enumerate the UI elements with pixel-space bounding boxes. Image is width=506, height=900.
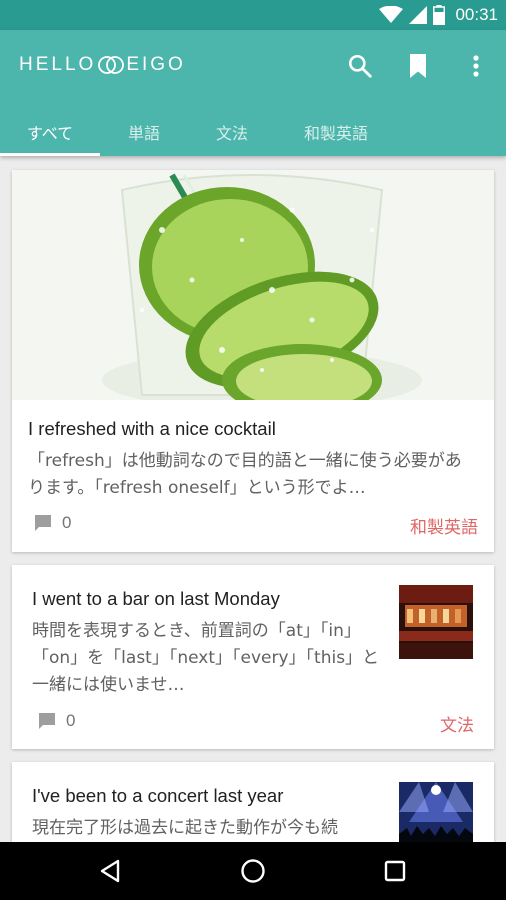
more-vert-icon <box>473 55 479 77</box>
tab-grammar[interactable]: 文法 <box>188 108 276 156</box>
article-excerpt: 「refresh」は他動詞なので目的語と一緒に使う必要があります。「refres… <box>28 451 462 498</box>
lime-cocktail-image <box>12 170 494 400</box>
article-title: I refreshed with a nice cocktail <box>28 418 276 439</box>
category-tabs: すべて 単語 文法 和製英語 <box>0 108 506 156</box>
status-bar: 00:31 <box>0 0 506 30</box>
home-button[interactable] <box>223 842 283 900</box>
comment-icon <box>39 713 55 729</box>
search-button[interactable] <box>342 48 378 84</box>
comment-count[interactable]: 0 <box>34 513 71 533</box>
signal-icon <box>409 6 428 24</box>
more-options-button[interactable] <box>458 48 494 84</box>
tab-all[interactable]: すべて <box>0 108 100 156</box>
search-icon <box>348 54 372 78</box>
home-icon <box>241 859 265 883</box>
status-time: 00:31 <box>455 5 498 24</box>
bookmark-button[interactable] <box>400 48 436 84</box>
logo-text-left: HELLO <box>19 54 97 75</box>
article-card[interactable]: I refreshed with a nice cocktail 「refres… <box>12 170 494 552</box>
back-icon <box>100 859 120 883</box>
navigation-bar <box>0 842 506 900</box>
article-title: I went to a bar on last Monday <box>32 588 280 609</box>
article-title: I've been to a concert last year <box>32 785 284 806</box>
battery-icon <box>433 5 446 25</box>
tab-vocabulary[interactable]: 単語 <box>100 108 188 156</box>
category-label[interactable]: 和製英語 <box>410 513 478 538</box>
comment-icon <box>35 515 51 531</box>
category-label[interactable]: 文法 <box>440 711 474 736</box>
recents-icon <box>384 860 406 882</box>
tab-label: 単語 <box>127 124 160 143</box>
app-logo: HELLO EIGO <box>19 52 186 78</box>
comment-count-value: 0 <box>62 513 72 532</box>
bookmark-icon <box>410 54 426 78</box>
app-bar-actions <box>342 48 494 84</box>
wifi-icon <box>379 6 404 23</box>
article-excerpt: 時間を表現するとき、前置詞の「at」「in」「on」を「last」「next」「… <box>32 621 380 695</box>
comment-count[interactable]: 0 <box>38 711 75 731</box>
logo-speech-icon <box>98 56 125 74</box>
tab-label: すべて <box>26 124 74 143</box>
recents-button[interactable] <box>365 842 425 900</box>
logo-text-right: EIGO <box>126 54 186 75</box>
status-icons: 00:31 <box>379 4 498 26</box>
bar-thumbnail <box>399 585 473 659</box>
back-button[interactable] <box>80 842 140 900</box>
comment-count-value: 0 <box>66 711 76 730</box>
app-bar: HELLO EIGO すべて 単語 文法 和製英語 <box>0 30 506 156</box>
article-card[interactable]: I went to a bar on last Monday 時間を表現するとき… <box>12 565 494 749</box>
article-card[interactable]: I've been to a concert last year 現在完了形は過… <box>12 762 494 852</box>
tab-label: 文法 <box>215 124 248 143</box>
tab-label: 和製英語 <box>303 124 368 143</box>
article-excerpt: 現在完了形は過去に起きた動作が今も続 <box>32 818 338 838</box>
tab-japanese-english[interactable]: 和製英語 <box>276 108 396 156</box>
